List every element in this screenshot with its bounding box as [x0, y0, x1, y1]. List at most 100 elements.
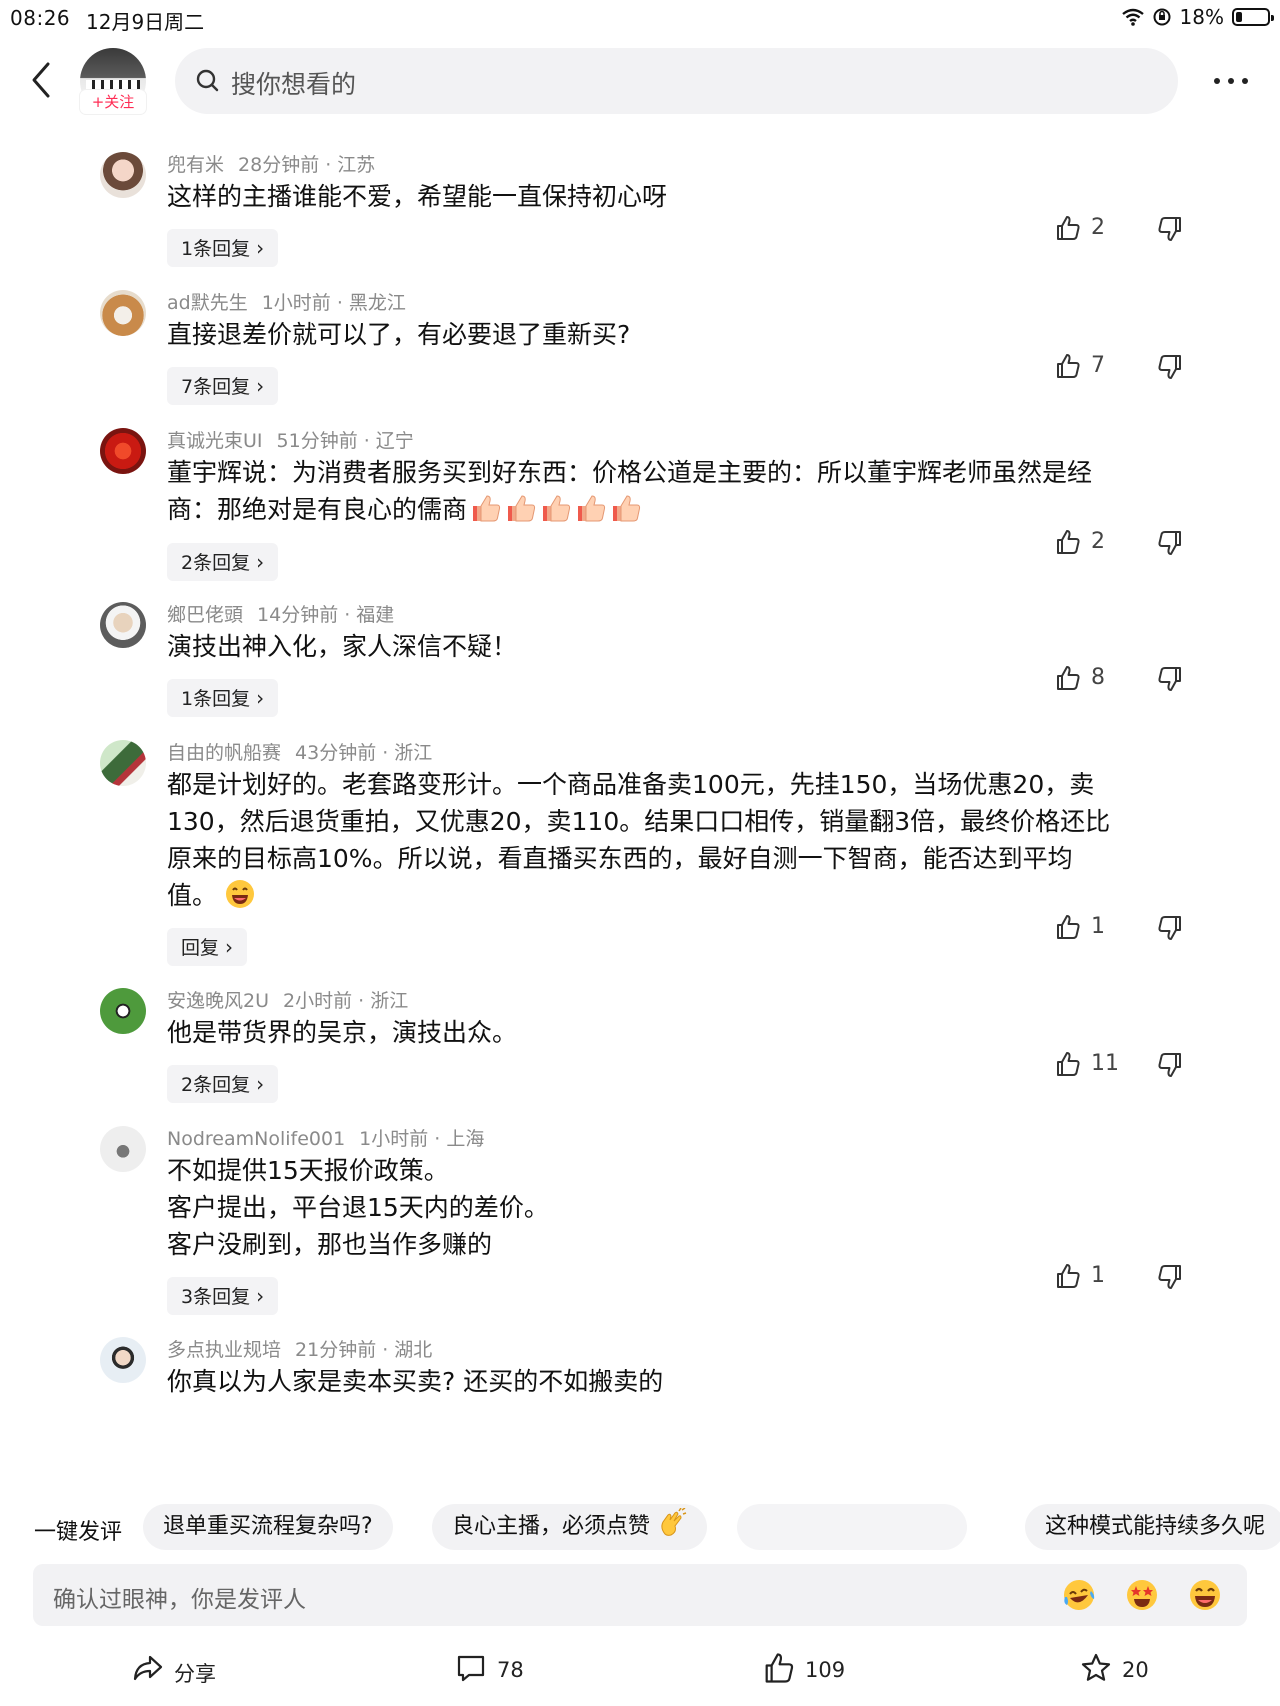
reply-count: 1条回复: [181, 688, 251, 710]
comment-username[interactable]: NodreamNolife001: [167, 1128, 345, 1150]
thumbs-up-icon: [1057, 666, 1080, 690]
comment-input[interactable]: 确认过眼神，你是发评人: [33, 1564, 1247, 1626]
comment-time: 14分钟前 · 福建: [257, 604, 395, 626]
dislike-button[interactable]: [1157, 666, 1187, 698]
comment-line: 他是带货界的吴京，演技出众。: [167, 1018, 518, 1047]
comment-line: 客户没刷到，那也当作多赚的: [167, 1230, 493, 1259]
thumbs-up-emoji-icon: [473, 495, 501, 522]
like-button[interactable]: 2: [1055, 213, 1125, 245]
like-count: 2: [1091, 215, 1105, 240]
emoji-row: [467, 495, 642, 524]
wifi-icon: [1121, 8, 1144, 26]
quick-comment-chip[interactable]: 退单重买流程复杂吗?: [143, 1504, 393, 1550]
like-button[interactable]: 7: [1055, 351, 1125, 383]
avatar[interactable]: [100, 1337, 146, 1383]
comment-line: 董宇辉说：为消费者服务买到好东西：价格公道是主要的：所以董宇辉老师虽然是经: [167, 458, 1093, 487]
avatar[interactable]: [100, 428, 146, 474]
dislike-button[interactable]: [1157, 915, 1187, 947]
comment-username[interactable]: 自由的帆船赛: [167, 742, 281, 764]
avatar[interactable]: [100, 1126, 146, 1172]
comment-line: 演技出神入化，家人深信不疑！: [167, 632, 518, 661]
share-label: 分享: [174, 1662, 216, 1686]
comment-time: 28分钟前 · 江苏: [238, 154, 376, 176]
dislike-button[interactable]: [1157, 216, 1187, 248]
like-count: 7: [1091, 353, 1105, 378]
comment-username[interactable]: 鄉巴佬頭: [167, 604, 243, 626]
thumbs-down-icon: [1158, 217, 1181, 241]
like-count: 1: [1091, 914, 1105, 939]
status-right: 18%: [1121, 5, 1274, 29]
quick-comment-chip[interactable]: 这种模式能持续多久呢: [1025, 1504, 1280, 1550]
reply-button[interactable]: 1条回复 ›: [167, 679, 279, 717]
reply-button[interactable]: 3条回复 ›: [167, 1277, 279, 1315]
quick-comment-bar: 一键发评 退单重买流程复杂吗? 良心主播，必须点赞 这种模式能持续多久呢: [0, 1500, 1280, 1554]
comment-text: 不如提供15天报价政策。 客户提出，平台退15天内的差价。 客户没刷到，那也当作…: [167, 1152, 1187, 1263]
star-icon: [1081, 1653, 1111, 1681]
comment-username[interactable]: 兜有米: [167, 154, 224, 176]
chevron-right-icon: ›: [256, 686, 265, 710]
comment-text: 你真以为人家是卖本买卖? 还买的不如搬卖的: [167, 1363, 1187, 1400]
comment-username[interactable]: ad默先生: [167, 292, 248, 314]
reply-button[interactable]: 7条回复 ›: [167, 367, 279, 405]
thumbs-up-icon: [1057, 915, 1080, 939]
dislike-button[interactable]: [1157, 1052, 1187, 1084]
search-input[interactable]: 搜你想看的: [175, 48, 1178, 114]
thumbs-up-icon: [1057, 354, 1080, 378]
comment-icon: [457, 1655, 485, 1682]
laughing-crying-emoji-icon[interactable]: [1061, 1577, 1097, 1613]
quick-comment-label: 一键发评: [34, 1520, 123, 1545]
battery-percent: 18%: [1179, 5, 1224, 29]
comment-username[interactable]: 多点执业规培: [167, 1339, 281, 1361]
comment-line: 都是计划好的。老套路变形计。一个商品准备卖100元，先挂150，当场优惠20，卖: [167, 770, 1095, 799]
quick-comment-chip[interactable]: 良心主播，必须点赞: [432, 1504, 708, 1550]
comment-text: 他是带货界的吴京，演技出众。: [167, 1014, 1187, 1051]
chevron-right-icon: ›: [256, 236, 265, 260]
comment-time: 1小时前 · 上海: [359, 1128, 485, 1150]
dislike-button[interactable]: [1157, 1264, 1187, 1296]
avatar[interactable]: [100, 988, 146, 1034]
like-button[interactable]: 8: [1055, 663, 1125, 695]
like-button[interactable]: 11: [1055, 1049, 1125, 1081]
comment-username[interactable]: 安逸晚风2U: [167, 990, 269, 1012]
thumbs-down-icon: [1158, 1053, 1181, 1077]
favorite-count: 20: [1122, 1658, 1149, 1682]
reply-count: 2条回复: [181, 552, 251, 574]
reply-button[interactable]: 1条回复 ›: [167, 229, 279, 267]
more-button[interactable]: [1206, 58, 1256, 102]
reply-button[interactable]: 回复 ›: [167, 928, 248, 966]
quick-comment-chip-text: 良心主播，必须点赞: [452, 1514, 651, 1539]
reply-count: 2条回复: [181, 1074, 251, 1096]
avatar[interactable]: [100, 152, 146, 198]
status-bar: 08:26 12月9日周二 18%: [0, 0, 1280, 34]
comment-time: 51分钟前 · 辽宁: [276, 430, 414, 452]
back-button[interactable]: [24, 58, 58, 102]
top-bar: +关注 搜你想看的: [0, 40, 1280, 120]
comment-username[interactable]: 真诚光束UI: [167, 430, 263, 452]
reply-button[interactable]: 2条回复 ›: [167, 543, 279, 581]
comment-line-wrap: 商：那绝对是有良心的儒商: [167, 491, 1187, 528]
reply-count: 回复: [181, 937, 220, 959]
reply-count: 1条回复: [181, 238, 251, 260]
reply-button[interactable]: 2条回复 ›: [167, 1065, 279, 1103]
avatar[interactable]: [100, 740, 146, 786]
follow-button[interactable]: +关注: [80, 90, 146, 114]
comment-list[interactable]: 兜有米 28分钟前 · 江苏 这样的主播谁能不爱，希望能一直保持初心呀 1条回复 ›…: [0, 140, 1280, 1488]
like-button[interactable]: 1: [1055, 912, 1125, 944]
chevron-right-icon: ›: [256, 1072, 265, 1096]
dislike-button[interactable]: [1157, 530, 1187, 562]
share-icon: [133, 1655, 163, 1681]
star-struck-emoji-icon[interactable]: [1124, 1577, 1160, 1613]
grin-emoji-icon[interactable]: [1187, 1577, 1223, 1613]
thumbs-up-icon: [1057, 216, 1080, 240]
thumbs-up-icon: [1057, 1264, 1080, 1288]
quick-comment-chip[interactable]: [737, 1504, 967, 1550]
avatar[interactable]: [100, 602, 146, 648]
chevron-right-icon: ›: [256, 1284, 265, 1308]
like-button[interactable]: 2: [1055, 527, 1125, 559]
status-time: 08:26: [10, 6, 71, 30]
like-button[interactable]: 1: [1055, 1261, 1125, 1293]
avatar[interactable]: [100, 290, 146, 336]
comment-text: 直接退差价就可以了，有必要退了重新买?: [167, 316, 1187, 353]
dislike-button[interactable]: [1157, 354, 1187, 386]
comment-time: 43分钟前 · 浙江: [295, 742, 433, 764]
